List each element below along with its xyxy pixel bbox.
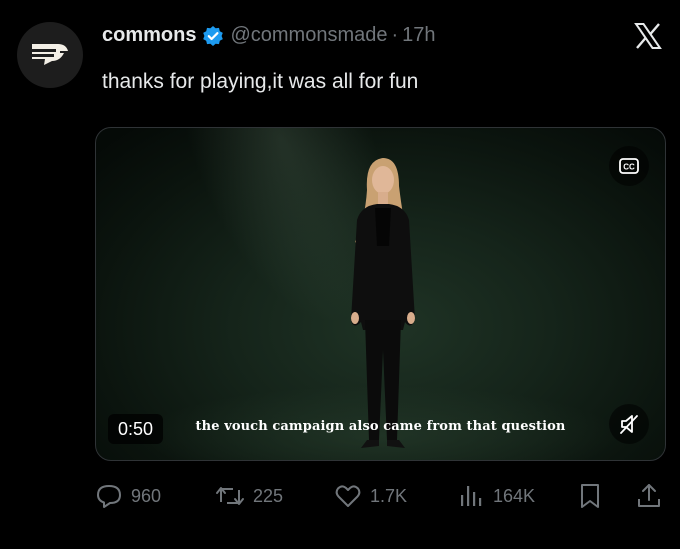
svg-text:CC: CC <box>623 163 635 172</box>
bookmark-icon <box>581 484 599 508</box>
bookmark-button[interactable] <box>577 480 603 512</box>
share-button[interactable] <box>635 480 663 512</box>
commons-logo-icon <box>32 44 68 65</box>
closed-captions-icon: CC <box>619 158 639 174</box>
reply-count: 960 <box>131 485 162 506</box>
repost-icon <box>216 487 244 505</box>
video-player[interactable]: CC 0:50 the vouch campaign also came fro… <box>95 127 666 461</box>
share-icon <box>638 484 660 507</box>
display-name[interactable]: commons <box>102 24 196 47</box>
tweet-text: thanks for playing,it was all for fun <box>102 70 419 93</box>
tweet-actions: 960 225 1.7K 164K <box>95 480 667 512</box>
timestamp[interactable]: 17h <box>402 24 435 47</box>
x-logo-icon <box>634 22 662 50</box>
video-caption: the vouch campaign also came from that q… <box>195 419 566 434</box>
views-button[interactable]: 164K <box>457 480 535 512</box>
analytics-icon <box>461 486 482 506</box>
tweet: commons @commonsmade · 17h thanks for pl… <box>0 0 680 549</box>
reply-icon <box>97 485 121 508</box>
tweet-header: commons @commonsmade · 17h <box>102 24 436 47</box>
like-button[interactable]: 1.7K <box>334 480 407 512</box>
video-frame-person <box>351 158 415 448</box>
view-count: 164K <box>493 485 536 506</box>
volume-muted-icon <box>620 415 638 434</box>
closed-captions-button[interactable]: CC <box>609 146 649 186</box>
reply-button[interactable]: 960 <box>95 480 161 512</box>
heart-icon <box>335 485 361 507</box>
handle[interactable]: @commonsmade <box>230 24 387 47</box>
repost-count: 225 <box>253 485 284 506</box>
repost-button[interactable]: 225 <box>215 480 283 512</box>
mute-button[interactable] <box>609 404 649 444</box>
verified-badge-icon <box>202 25 224 47</box>
avatar[interactable] <box>17 22 83 88</box>
separator: · <box>391 24 399 46</box>
like-count: 1.7K <box>370 485 408 506</box>
